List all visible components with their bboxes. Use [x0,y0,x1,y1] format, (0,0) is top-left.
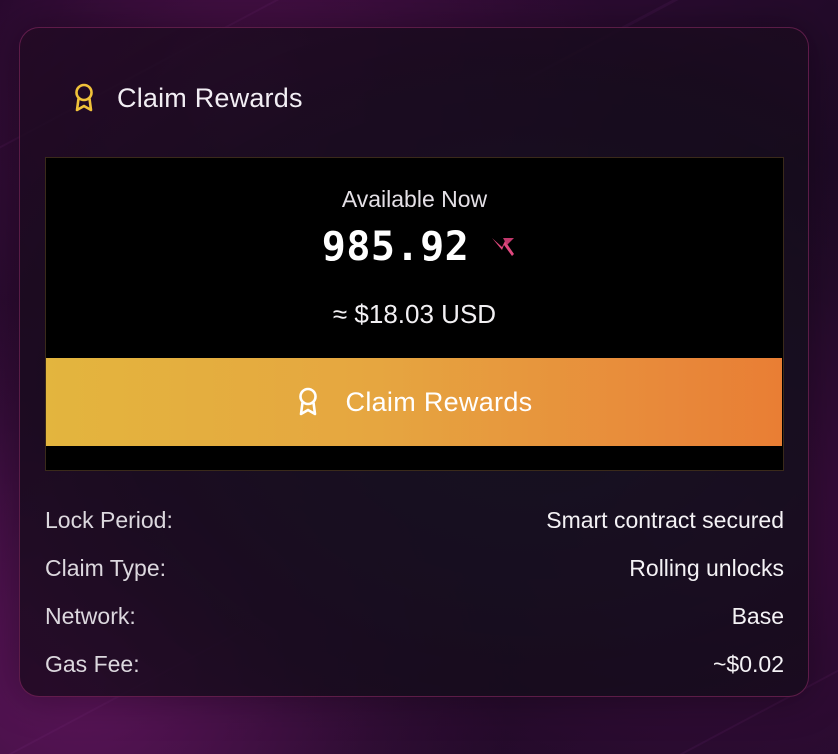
reward-amount-row: 985.92 [46,224,783,270]
award-ribbon-icon [72,83,96,113]
token-logo-icon [489,233,517,261]
detail-label: Gas Fee: [45,650,140,677]
card-title: Claim Rewards [117,82,303,113]
detail-row-network: Network: Base [45,592,784,640]
usd-equivalent: ≈ $18.03 USD [332,299,497,329]
detail-value: ~$0.02 [713,650,784,677]
award-ribbon-icon [296,386,320,418]
claim-details-list: Lock Period: Smart contract secured Clai… [45,496,784,688]
claim-rewards-card: Claim Rewards Available Now 985.92 ≈ $18… [19,27,809,697]
detail-label: Lock Period: [45,506,173,533]
detail-row-claim-type: Claim Type: Rolling unlocks [45,544,784,592]
detail-row-gas-fee: Gas Fee: ~$0.02 [45,640,784,688]
detail-value: Smart contract secured [546,506,784,533]
detail-value: Rolling unlocks [629,554,784,581]
detail-label: Network: [45,602,136,629]
available-rewards-panel: Available Now 985.92 ≈ $18.03 USD Claim … [45,157,784,471]
detail-row-lock-period: Lock Period: Smart contract secured [45,496,784,544]
card-header: Claim Rewards [72,83,303,113]
available-label: Available Now [341,186,488,212]
claim-button-label: Claim Rewards [345,386,533,417]
detail-value: Base [731,602,784,629]
detail-label: Claim Type: [45,554,167,581]
claim-rewards-button[interactable]: Claim Rewards [46,358,782,446]
reward-amount: 985.92 [321,224,470,270]
